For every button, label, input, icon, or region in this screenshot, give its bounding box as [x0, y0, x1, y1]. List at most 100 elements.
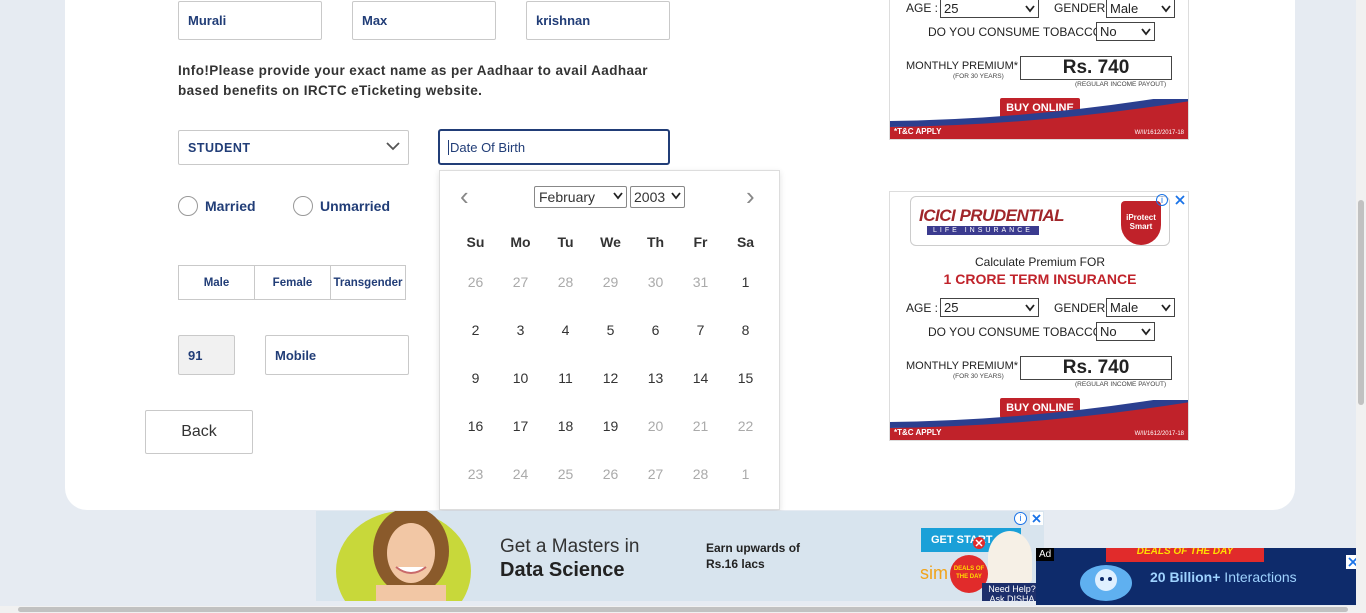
last-name-value: krishnan: [536, 13, 591, 28]
insurance-ad-top[interactable]: AGE : 25 GENDER : Male DO YOU CONSUME TO…: [889, 0, 1189, 140]
weekday-label: Su: [466, 234, 485, 250]
calendar-week-row: 9 10 11 12 13 14 15: [453, 354, 768, 402]
calendar-day: 22: [737, 418, 754, 434]
calendar-day: 28: [557, 274, 574, 290]
weekday-label: Sa: [736, 234, 755, 250]
banner-info-icon[interactable]: i: [1014, 512, 1027, 525]
scrollbar-thumb[interactable]: [1358, 200, 1364, 405]
calendar-day[interactable]: 19: [588, 418, 633, 434]
dob-placeholder: Date Of Birth: [448, 139, 526, 155]
crore-headline: 1 CRORE TERM INSURANCE: [943, 271, 1137, 287]
calendar-week-row: 26 27 28 29 30 31 1: [453, 258, 768, 306]
month-select[interactable]: February: [534, 186, 627, 208]
calendar-day[interactable]: 14: [678, 370, 723, 386]
calendar-day[interactable]: 5: [588, 322, 633, 338]
calendar-day[interactable]: 12: [588, 370, 633, 386]
month-value: February: [539, 189, 596, 205]
insurance-ad[interactable]: ICICI PRUDENTIAL LIFE INSURANCE iProtect…: [889, 191, 1189, 441]
calendar-week-row: 16 17 18 19 20 21 22: [453, 402, 768, 450]
last-name-field[interactable]: krishnan: [526, 1, 670, 40]
vertical-scrollbar[interactable]: [1356, 0, 1366, 613]
gender-transgender-button[interactable]: Transgender: [331, 266, 405, 299]
calendar-day[interactable]: 8: [723, 322, 768, 338]
calendar-day[interactable]: 6: [633, 322, 678, 338]
country-code-field[interactable]: 91: [178, 335, 235, 375]
calendar-week-row: 23 24 25 26 27 28 1: [453, 450, 768, 498]
banner-headline-2: Data Science: [500, 559, 625, 581]
tobacco-value: No: [1100, 24, 1117, 39]
age-value: 25: [944, 1, 959, 16]
calendar-day[interactable]: 7: [678, 322, 723, 338]
horizontal-scrollbar[interactable]: [0, 606, 1356, 613]
interactions-count: 20 Billion+: [1150, 569, 1221, 585]
calc-premium-text: Calculate Premium FOR: [974, 255, 1106, 269]
icici-logo-sub: LIFE INSURANCE: [927, 226, 1039, 235]
country-code-value: 91: [188, 347, 203, 363]
next-month-icon[interactable]: ›: [746, 183, 755, 209]
calendar-day[interactable]: 15: [723, 370, 768, 386]
calendar-day[interactable]: 9: [453, 370, 498, 386]
disha-help-text[interactable]: Need Help? Ask DISHA: [982, 583, 1042, 601]
unmarried-radio[interactable]: Unmarried: [293, 196, 390, 216]
ad-tag: Ad: [1036, 548, 1055, 561]
data-science-banner-ad[interactable]: Get a Masters in Data Science Earn upwar…: [316, 511, 1044, 601]
gender-select[interactable]: Male: [1106, 298, 1175, 317]
married-radio[interactable]: Married: [178, 196, 256, 216]
year-select[interactable]: 2003: [630, 186, 685, 208]
calendar-day[interactable]: 2: [453, 322, 498, 338]
banner-brand-logo: sim: [920, 563, 948, 583]
back-button[interactable]: Back: [145, 410, 253, 454]
calendar-day: 24: [512, 466, 529, 482]
year-value: 2003: [634, 189, 666, 205]
premium-value: Rs. 740: [1020, 56, 1172, 80]
banner-headline-1: Get a Masters in: [500, 536, 640, 557]
calendar-day[interactable]: 18: [543, 418, 588, 434]
occupation-select[interactable]: STUDENT: [178, 130, 409, 165]
gender-female-button[interactable]: Female: [255, 266, 331, 299]
tobacco-value: No: [1100, 324, 1117, 339]
chevron-down-icon: [1141, 28, 1151, 36]
middle-name-field[interactable]: Max: [352, 1, 496, 40]
mobile-field[interactable]: Mobile: [265, 335, 409, 375]
payout-note: (REGULAR INCOME PAYOUT): [1075, 381, 1167, 388]
disha-close-icon[interactable]: [972, 536, 986, 550]
ad-info-icon[interactable]: i: [1156, 194, 1168, 206]
gender-label: GENDER :: [1054, 301, 1113, 315]
calendar-day[interactable]: 10: [498, 370, 543, 386]
calendar-day[interactable]: 3: [498, 322, 543, 338]
corner-ad[interactable]: Ad DEALS OF THE DAY 20 Billion+ Interact…: [1036, 548, 1360, 605]
tobacco-select[interactable]: No: [1096, 322, 1155, 341]
tobacco-label: DO YOU CONSUME TOBACCO ?: [928, 25, 1113, 39]
calendar-day: 29: [602, 274, 619, 290]
calendar-day: 21: [692, 418, 709, 434]
calendar-day: 20: [647, 418, 664, 434]
prev-month-icon[interactable]: ‹: [460, 183, 469, 209]
calendar-day[interactable]: 13: [633, 370, 678, 386]
calendar-day[interactable]: 11: [543, 370, 588, 386]
calendar-day[interactable]: 4: [543, 322, 588, 338]
ad-close-icon[interactable]: [1175, 195, 1185, 205]
date-of-birth-field[interactable]: Date Of Birth: [438, 129, 670, 165]
iprotect-badge-icon: iProtect Smart: [1121, 201, 1161, 245]
first-name-field[interactable]: Murali: [178, 1, 322, 40]
gender-male-button[interactable]: Male: [179, 266, 255, 299]
gender-value: Male: [1110, 300, 1139, 315]
chevron-down-icon: [386, 142, 400, 151]
hscrollbar-thumb[interactable]: [18, 607, 1348, 612]
calendar-day: 25: [557, 466, 574, 482]
calendar-day[interactable]: 16: [453, 418, 498, 434]
age-select[interactable]: 25: [940, 298, 1039, 317]
calendar-day: 30: [647, 274, 664, 290]
age-label: AGE :: [906, 301, 939, 315]
gender-value: Male: [1110, 1, 1139, 16]
calendar-day[interactable]: 17: [498, 418, 543, 434]
disha-avatar[interactable]: [988, 531, 1032, 583]
calendar-day[interactable]: 1: [723, 274, 768, 290]
tobacco-select[interactable]: No: [1096, 22, 1155, 41]
calendar-day: 1: [741, 466, 750, 482]
chevron-down-icon: [1141, 328, 1151, 336]
age-select[interactable]: 25: [940, 0, 1039, 18]
gender-select[interactable]: Male: [1106, 0, 1175, 18]
banner-close-icon[interactable]: [1030, 512, 1043, 525]
first-name-value: Murali: [188, 13, 227, 28]
